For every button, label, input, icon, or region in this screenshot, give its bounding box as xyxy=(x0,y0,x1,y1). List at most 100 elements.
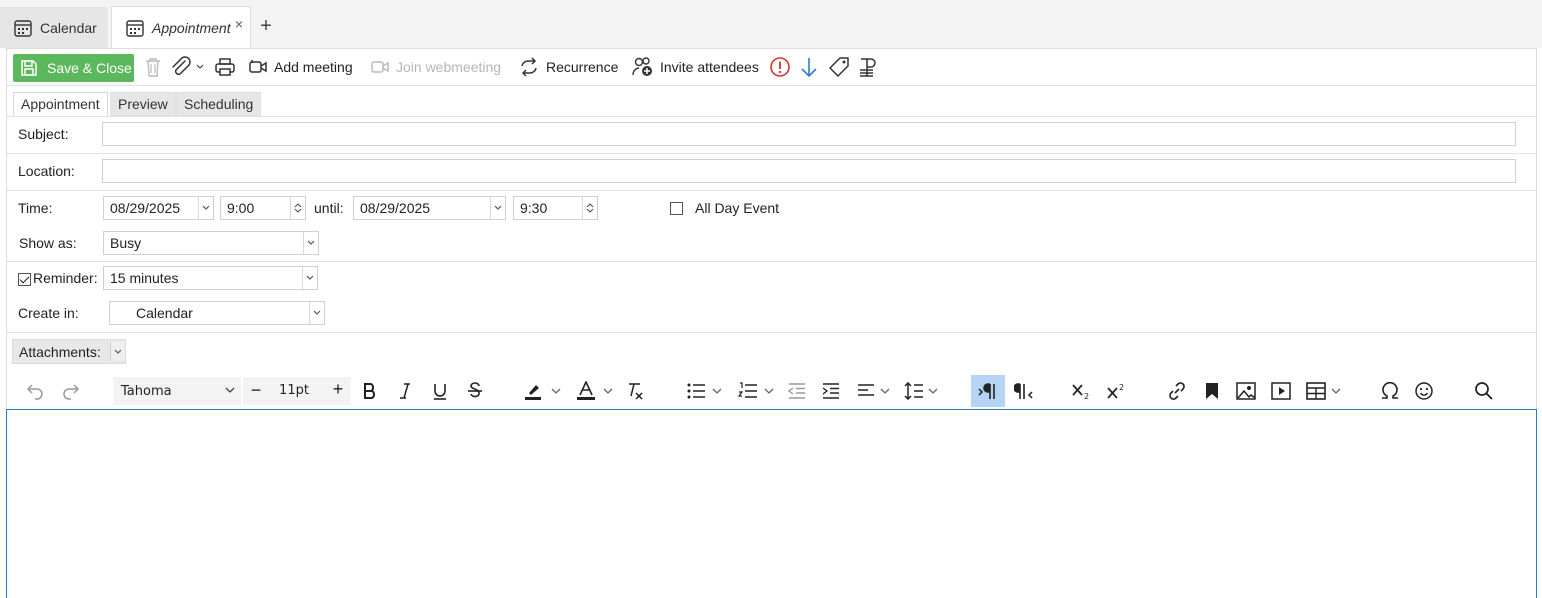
chevron-down-icon[interactable] xyxy=(490,197,505,219)
chevron-down-icon[interactable] xyxy=(303,232,318,254)
add-tab-button[interactable]: + xyxy=(258,14,274,38)
tab-preview[interactable]: Preview xyxy=(110,92,176,116)
italic-button[interactable] xyxy=(390,375,420,407)
outdent-button[interactable] xyxy=(783,375,811,407)
location-input[interactable] xyxy=(102,159,1516,183)
font-family-select[interactable]: Tahoma xyxy=(113,377,241,405)
reminder-checkbox[interactable] xyxy=(18,273,31,286)
trash-icon xyxy=(143,56,163,78)
billing-button[interactable] xyxy=(858,55,876,79)
emoji-button[interactable] xyxy=(1409,375,1439,407)
spinner-arrows-icon[interactable] xyxy=(582,197,597,219)
end-date-picker[interactable]: 08/29/2025 xyxy=(353,196,506,220)
chevron-down-icon[interactable] xyxy=(198,197,213,219)
show-as-select[interactable]: Busy xyxy=(103,231,319,255)
invite-attendees-button[interactable]: Invite attendees xyxy=(632,55,759,79)
subscript-button[interactable]: 2 xyxy=(1067,375,1097,407)
coins-icon xyxy=(858,56,876,78)
search-button[interactable] xyxy=(1469,375,1499,407)
emoji-icon xyxy=(1414,381,1434,401)
chevron-down-icon xyxy=(551,388,561,395)
indent-button[interactable] xyxy=(817,375,845,407)
tab-scheduling[interactable]: Scheduling xyxy=(176,92,262,116)
start-date-picker[interactable]: 08/29/2025 xyxy=(103,196,214,220)
rtl-button[interactable] xyxy=(1009,375,1039,407)
underline-button[interactable] xyxy=(425,375,455,407)
chevron-down-icon xyxy=(928,388,938,395)
reminder-label: Reminder: xyxy=(33,270,98,286)
main-toolbar: Save & Close Add meeting Join webmeeting… xyxy=(7,49,1536,86)
redo-button[interactable] xyxy=(57,375,85,407)
tab-calendar[interactable]: Calendar xyxy=(0,7,108,48)
link-button[interactable] xyxy=(1162,375,1192,407)
link-icon xyxy=(1167,381,1187,401)
start-time-value: 9:00 xyxy=(227,200,255,216)
add-meeting-label: Add meeting xyxy=(274,59,353,75)
table-button[interactable] xyxy=(1301,375,1345,407)
search-icon xyxy=(1474,381,1494,401)
superscript-button[interactable]: 2 xyxy=(1102,375,1132,407)
text-color-icon xyxy=(575,381,597,401)
recurrence-button[interactable]: Recurrence xyxy=(518,55,618,79)
font-size-value[interactable]: 11pt xyxy=(271,383,317,398)
save-close-button[interactable]: Save & Close xyxy=(13,54,134,82)
chevron-down-icon[interactable] xyxy=(309,302,324,324)
attach-button[interactable] xyxy=(169,55,204,79)
body-editor[interactable] xyxy=(6,409,1537,598)
undo-button[interactable] xyxy=(21,375,49,407)
chevron-down-icon[interactable] xyxy=(302,267,317,289)
add-meeting-button[interactable]: Add meeting xyxy=(248,55,353,79)
bullet-list-icon xyxy=(686,382,706,400)
numbered-list-button[interactable] xyxy=(733,375,779,407)
save-icon xyxy=(19,58,39,78)
divider xyxy=(7,153,1536,154)
bullet-list-button[interactable] xyxy=(681,375,727,407)
numbered-list-icon xyxy=(738,382,758,400)
image-button[interactable] xyxy=(1231,375,1261,407)
start-date-value: 08/29/2025 xyxy=(110,200,181,216)
highlight-color-button[interactable] xyxy=(519,375,565,407)
table-icon xyxy=(1305,382,1326,400)
chevron-down-icon xyxy=(225,387,235,394)
delete-button[interactable] xyxy=(143,55,163,79)
start-time-stepper[interactable]: 9:00 xyxy=(220,196,306,220)
text-color-button[interactable] xyxy=(571,375,617,407)
attachments-button[interactable]: Attachments: xyxy=(12,339,126,364)
categorize-button[interactable] xyxy=(828,55,850,79)
importance-high-button[interactable] xyxy=(769,55,791,79)
decrease-font-size-button[interactable]: − xyxy=(248,381,264,399)
all-day-checkbox[interactable] xyxy=(670,202,683,215)
attachments-label: Attachments: xyxy=(19,343,101,360)
line-height-button[interactable] xyxy=(900,375,942,407)
invite-icon xyxy=(632,56,654,78)
chevron-down-icon[interactable] xyxy=(110,342,125,361)
bookmark-button[interactable] xyxy=(1197,375,1227,407)
close-tab-button[interactable]: × xyxy=(235,16,243,32)
media-button[interactable] xyxy=(1266,375,1296,407)
increase-font-size-button[interactable]: + xyxy=(330,380,346,398)
ltr-button[interactable] xyxy=(971,375,1005,407)
reminder-select[interactable]: 15 minutes xyxy=(103,266,318,290)
chevron-down-icon[interactable] xyxy=(196,64,204,70)
video-icon xyxy=(370,57,390,77)
end-time-stepper[interactable]: 9:30 xyxy=(513,196,598,220)
redo-icon xyxy=(61,382,81,400)
join-webmeeting-button[interactable]: Join webmeeting xyxy=(370,55,501,79)
bold-icon xyxy=(362,382,378,400)
subject-input[interactable] xyxy=(102,122,1516,146)
spinner-arrows-icon[interactable] xyxy=(290,197,305,219)
divider xyxy=(7,332,1536,333)
special-character-button[interactable] xyxy=(1375,375,1405,407)
strikethrough-button[interactable] xyxy=(460,375,490,407)
rtl-paragraph-icon xyxy=(1014,382,1034,400)
create-in-select[interactable]: Calendar xyxy=(109,301,325,325)
clear-formatting-button[interactable] xyxy=(621,375,649,407)
align-button[interactable] xyxy=(853,375,893,407)
time-label: Time: xyxy=(18,200,53,216)
until-label: until: xyxy=(314,200,344,216)
print-button[interactable] xyxy=(214,55,236,79)
importance-low-button[interactable] xyxy=(799,55,819,79)
tab-appointment-view[interactable]: Appointment xyxy=(13,92,108,116)
tab-appointment[interactable]: Appointment × xyxy=(111,6,251,49)
bold-button[interactable] xyxy=(355,375,385,407)
